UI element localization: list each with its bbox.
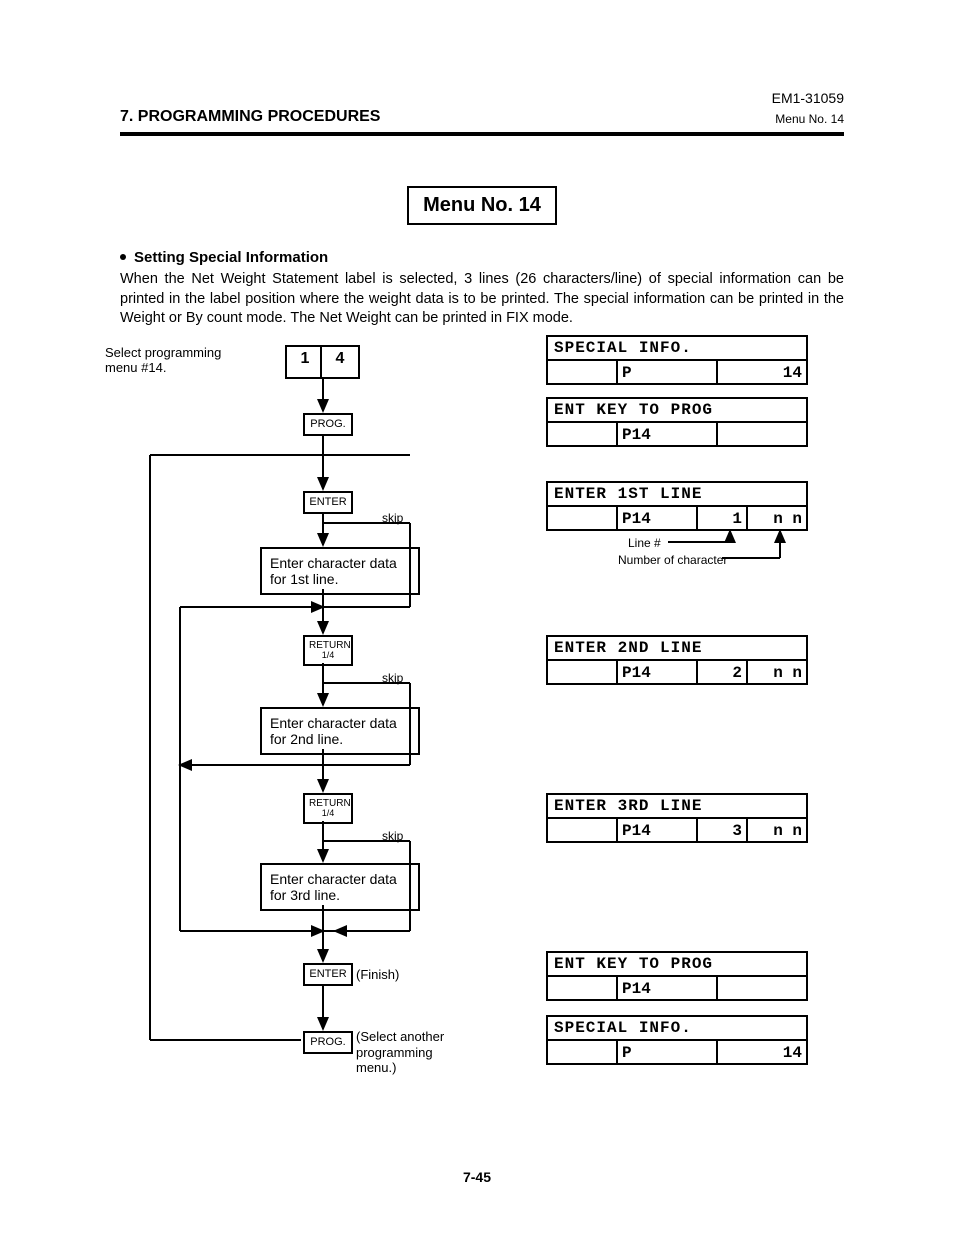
menu-title: Menu No. 14 [407, 186, 557, 225]
select-another-label: (Select another programming menu.) [356, 1029, 476, 1076]
ann-char-num: Number of character [618, 553, 727, 567]
display-7: SPECIAL INFO. P 14 [546, 1015, 808, 1065]
process-3: Enter character data for 3rd line. [260, 863, 420, 911]
ann-line-num: Line # [628, 536, 661, 550]
finish-label: (Finish) [356, 967, 399, 982]
key-4: 4 [320, 345, 360, 379]
display-2: ENT KEY TO PROG P14 [546, 397, 808, 447]
display-6: ENT KEY TO PROG P14 [546, 951, 808, 1001]
display-4: ENTER 2ND LINE P14 2 n n [546, 635, 808, 685]
enter-key-1: ENTER [303, 491, 353, 514]
enter-key-2: ENTER [303, 963, 353, 986]
select-label: Select programming menu #14. [105, 345, 235, 375]
return-key-2: RETURN 1/4 [303, 793, 353, 824]
process-2: Enter character data for 2nd line. [260, 707, 420, 755]
prog-key-2: PROG. [303, 1031, 353, 1054]
bullet-icon [120, 254, 126, 260]
return-key-1: RETURN 1/4 [303, 635, 353, 666]
doc-ref: EM1-31059 [772, 90, 844, 106]
page-number: 7-45 [0, 1169, 954, 1185]
subheading: Setting Special Information [120, 249, 844, 266]
skip-3: skip [382, 829, 403, 843]
display-1: SPECIAL INFO. P 14 [546, 335, 808, 385]
process-1: Enter character data for 1st line. [260, 547, 420, 595]
skip-1: skip [382, 511, 403, 525]
diagram-area: Select programming menu #14. 1 4 PROG. E… [120, 335, 844, 1105]
body-text: When the Net Weight Statement label is s… [120, 270, 844, 329]
display-3: ENTER 1ST LINE P14 1 n n [546, 481, 808, 531]
prog-key-1: PROG. [303, 413, 353, 436]
skip-2: skip [382, 671, 403, 685]
key-1: 1 [285, 345, 325, 379]
section-title: 7. PROGRAMMING PROCEDURES [120, 108, 380, 126]
menu-label-small: Menu No. 14 [772, 112, 844, 126]
display-5: ENTER 3RD LINE P14 3 n n [546, 793, 808, 843]
